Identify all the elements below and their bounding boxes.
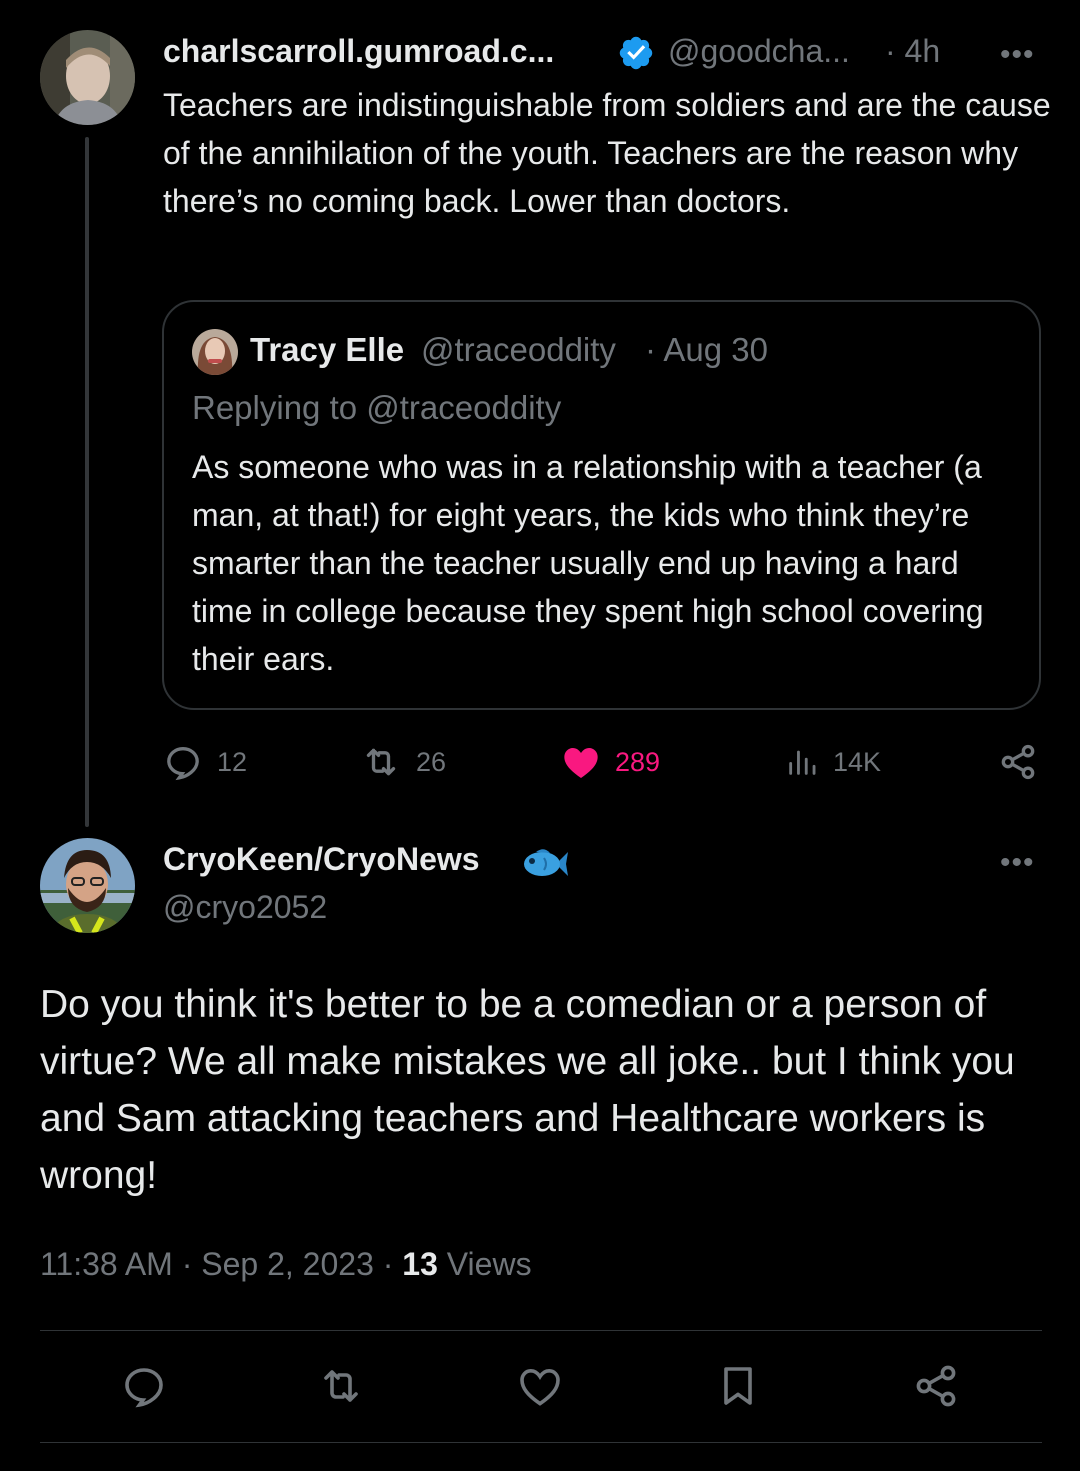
reply-count: 12 bbox=[217, 746, 248, 777]
share-button[interactable] bbox=[998, 742, 1038, 782]
main-tweet-text: Do you think it's better to be a comedia… bbox=[40, 983, 1015, 1197]
verified-badge-icon bbox=[617, 34, 655, 72]
reply-icon bbox=[163, 742, 203, 782]
views-chart-icon bbox=[785, 742, 819, 782]
views-number: 13 bbox=[402, 1246, 438, 1282]
parent-tweet-text: Teachers are indistinguishable from sold… bbox=[163, 87, 1051, 219]
retweet-icon bbox=[315, 1370, 367, 1414]
quote-date: · Aug 30 bbox=[645, 331, 768, 368]
heart-icon bbox=[561, 742, 601, 782]
main-display-name[interactable]: CryoKeen/CryoNews bbox=[163, 841, 480, 878]
retweet-icon bbox=[360, 742, 402, 782]
main-retweet-button[interactable] bbox=[315, 1362, 367, 1415]
main-share-button[interactable] bbox=[912, 1362, 960, 1415]
parent-handle[interactable]: @goodcha... bbox=[668, 33, 850, 70]
parent-display-name[interactable]: charlscarroll.gumroad.c... bbox=[163, 33, 554, 70]
like-button[interactable]: 289 bbox=[561, 742, 660, 782]
main-more-icon[interactable]: ••• bbox=[1000, 848, 1035, 878]
fish-emoji-icon bbox=[522, 846, 568, 882]
quote-tweet-text: As someone who was in a relationship wit… bbox=[192, 449, 984, 677]
like-count: 289 bbox=[615, 746, 661, 777]
quote-avatar[interactable] bbox=[192, 329, 238, 375]
quote-handle[interactable]: @traceoddity bbox=[421, 331, 616, 369]
retweet-count: 26 bbox=[416, 746, 447, 777]
reply-icon bbox=[120, 1368, 168, 1414]
main-like-button[interactable] bbox=[516, 1362, 564, 1415]
parent-avatar[interactable] bbox=[40, 30, 135, 125]
retweet-button[interactable]: 26 bbox=[360, 742, 446, 782]
reply-button[interactable]: 12 bbox=[163, 742, 247, 782]
heart-outline-icon bbox=[516, 1368, 564, 1414]
divider-bottom bbox=[40, 1442, 1042, 1443]
main-avatar[interactable] bbox=[40, 838, 135, 933]
tweet-timestamp-row: 11:38 AM · Sep 2, 2023 · 13 Views bbox=[40, 1246, 532, 1283]
views-button[interactable]: 14K bbox=[785, 742, 881, 782]
main-handle[interactable]: @cryo2052 bbox=[163, 889, 327, 926]
parent-time[interactable]: · 4h bbox=[885, 33, 940, 70]
main-bookmark-button[interactable] bbox=[714, 1362, 762, 1415]
share-icon bbox=[998, 742, 1038, 782]
tweet-timestamp[interactable]: 11:38 AM · Sep 2, 2023 · bbox=[40, 1246, 393, 1282]
views-count: 14K bbox=[833, 746, 882, 777]
divider-top bbox=[40, 1330, 1042, 1331]
thread-connector-line bbox=[85, 137, 89, 827]
bookmark-icon bbox=[714, 1367, 762, 1414]
quote-replying-to[interactable]: Replying to @traceoddity bbox=[192, 389, 561, 427]
parent-more-icon[interactable]: ••• bbox=[1000, 40, 1035, 70]
quote-display-name[interactable]: Tracy Elle bbox=[250, 331, 404, 369]
share-icon bbox=[912, 1365, 960, 1414]
views-label: Views bbox=[446, 1246, 532, 1282]
main-reply-button[interactable] bbox=[120, 1362, 168, 1415]
